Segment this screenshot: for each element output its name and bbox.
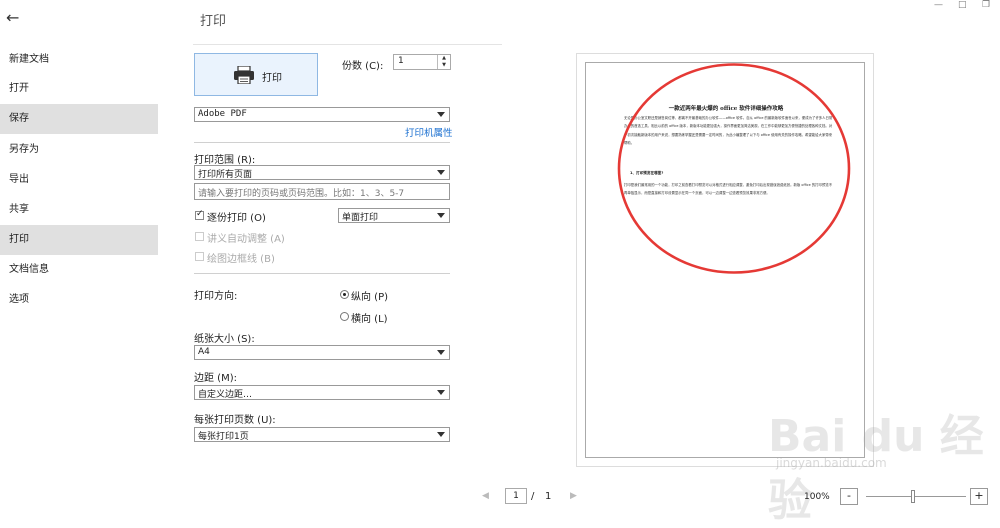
restore-icon[interactable]: ❐ (982, 0, 990, 10)
margin-label: 边距 (M): (194, 373, 237, 384)
zoom-slider-thumb[interactable] (911, 490, 915, 503)
orientation-label: 打印方向: (194, 291, 238, 302)
draw-border-label: 绘图边框线 (B) (207, 254, 275, 265)
duplex-select[interactable]: 单面打印 (338, 208, 450, 223)
sidebar-item-print[interactable]: 打印 (0, 225, 158, 255)
chevron-down-icon (437, 213, 445, 218)
annotation-circle (617, 63, 851, 274)
preview-page: 一款近两年最火爆的 office 软件详细操作攻略 无论是办公室文职还是销售岗位… (585, 62, 865, 458)
range-label: 打印范围 (R): (194, 155, 256, 166)
zoom-out-button[interactable]: - (840, 488, 858, 505)
chevron-down-icon (437, 432, 445, 437)
collate-checkbox[interactable] (195, 209, 204, 220)
zoom-slider-track[interactable] (866, 496, 966, 497)
range-select[interactable]: 打印所有页面 (194, 165, 450, 180)
sidebar-item-open[interactable]: 打开 (0, 74, 158, 104)
watermark-url: jingyan.baidu.com (776, 456, 887, 470)
paper-size-select[interactable]: A4 (194, 345, 450, 360)
copies-value: 1 (398, 56, 404, 66)
next-page-icon[interactable]: ▶ (570, 491, 577, 501)
prev-page-icon[interactable]: ◀ (482, 491, 489, 501)
landscape-radio[interactable] (340, 312, 349, 321)
sidebar-item-save-as[interactable]: 另存为 (0, 135, 158, 165)
title-divider (193, 44, 502, 45)
section-divider (194, 142, 450, 143)
zoom-in-button[interactable]: + (970, 488, 988, 505)
copies-stepper[interactable]: 1 ▲ ▼ (393, 54, 451, 70)
chevron-down-icon (437, 390, 445, 395)
current-page-input[interactable]: 1 (505, 488, 527, 504)
range-value: 打印所有页面 (198, 170, 253, 180)
margin-value: 自定义边距… (198, 390, 253, 400)
decrement-icon[interactable]: ▼ (438, 62, 450, 69)
draw-border-checkbox[interactable] (195, 252, 204, 261)
sidebar: ← 新建文档 打开 保存 另存为 导出 共享 打印 文档信息 选项 (0, 0, 158, 512)
collate-label: 逐份打印 (O) (207, 213, 266, 224)
maximize-icon[interactable]: □ (958, 0, 967, 10)
pages-per-sheet-value: 每张打印1页 (198, 432, 249, 442)
printer-properties-link[interactable]: 打印机属性 (405, 125, 453, 139)
lecture-adjust-checkbox[interactable] (195, 232, 204, 241)
duplex-value: 单面打印 (342, 213, 379, 223)
margin-select[interactable]: 自定义边距… (194, 385, 450, 400)
printer-value: Adobe PDF (198, 109, 247, 119)
portrait-radio[interactable] (340, 290, 349, 299)
sidebar-item-export[interactable]: 导出 (0, 165, 158, 195)
back-arrow-icon[interactable]: ← (6, 8, 19, 27)
chevron-down-icon (437, 350, 445, 355)
paper-size-label: 纸张大小 (S): (194, 334, 255, 345)
lecture-adjust-label: 讲义自动调整 (A) (207, 234, 285, 245)
print-button[interactable]: 打印 (194, 53, 318, 96)
page-separator: / (531, 491, 535, 502)
pages-per-sheet-label: 每张打印页数 (U): (194, 415, 276, 426)
printer-icon (234, 66, 254, 84)
sidebar-item-doc-info[interactable]: 文档信息 (0, 255, 158, 285)
pages-per-sheet-select[interactable]: 每张打印1页 (194, 427, 450, 442)
paper-size-value: A4 (198, 347, 210, 357)
chevron-down-icon (437, 170, 445, 175)
sidebar-item-options[interactable]: 选项 (0, 285, 158, 315)
zoom-level: 100% (804, 492, 830, 502)
sidebar-item-save[interactable]: 保存 (0, 104, 158, 134)
total-pages: 1 (545, 491, 552, 502)
page-range-input[interactable]: 请输入要打印的页码或页码范围。比如：1、3、5-7 (194, 183, 450, 200)
sidebar-item-share[interactable]: 共享 (0, 195, 158, 225)
copies-stepper-buttons[interactable]: ▲ ▼ (437, 55, 450, 69)
chevron-down-icon (437, 112, 445, 117)
section-divider (194, 273, 450, 274)
printer-select[interactable]: Adobe PDF (194, 107, 450, 122)
landscape-label: 横向 (L) (351, 314, 388, 325)
page-title: 打印 (200, 14, 227, 29)
minimize-icon[interactable]: — (934, 0, 943, 10)
copies-label: 份数 (C): (342, 61, 384, 72)
increment-icon[interactable]: ▲ (438, 55, 450, 62)
print-button-label: 打印 (262, 73, 282, 84)
portrait-label: 纵向 (P) (351, 292, 389, 303)
sidebar-item-new[interactable]: 新建文档 (0, 45, 158, 75)
